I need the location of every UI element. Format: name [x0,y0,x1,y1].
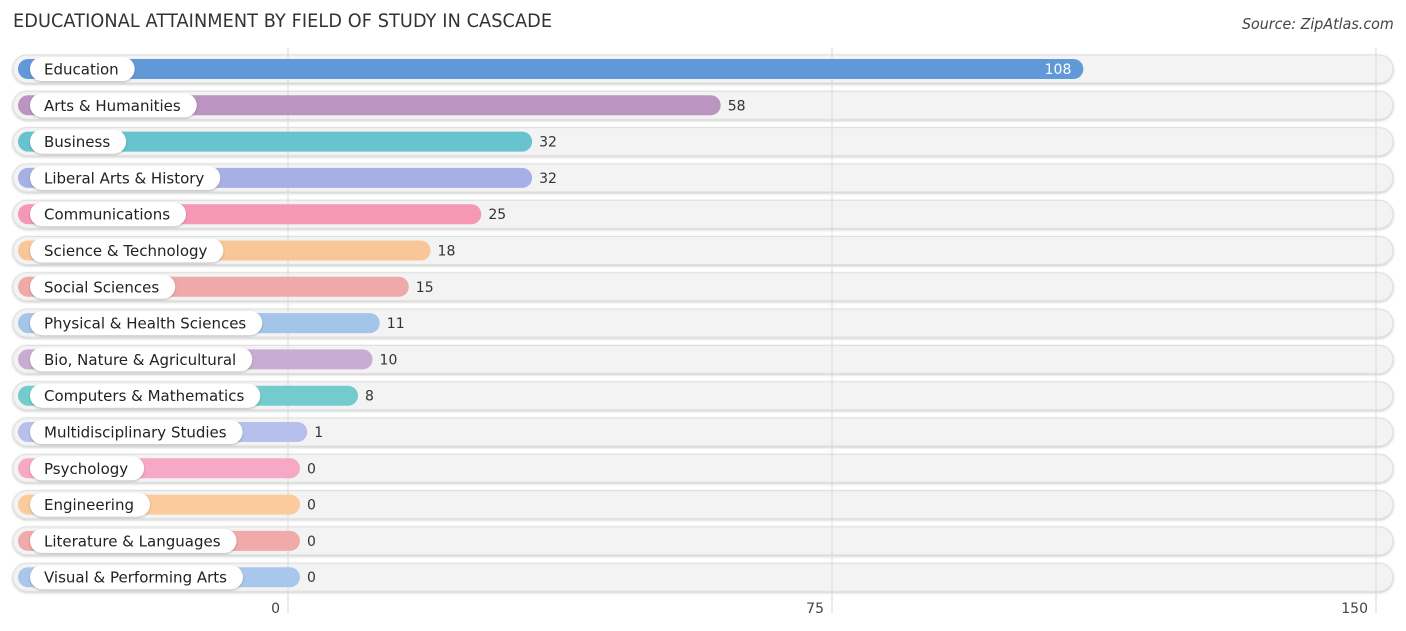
bar-group: Liberal Arts & History 32 [18,165,557,190]
bar-group: Arts & Humanities 58 [18,93,746,118]
category-label: Bio, Nature & Agricultural [44,351,236,369]
bar-group: Physical & Health Sciences 11 [18,311,405,336]
bar [18,59,1084,79]
bar-group: Psychology 0 [18,456,316,481]
bar-group: Social Sciences 15 [18,274,434,299]
bar-group: Bio, Nature & Agricultural 10 [18,347,398,372]
bar-group: Computers & Mathematics 8 [18,383,374,408]
value-label: 15 [416,280,434,296]
category-label: Psychology [44,460,128,478]
value-label: 0 [307,534,316,550]
value-label: 0 [307,498,316,514]
bar-group: Multidisciplinary Studies 1 [18,420,323,444]
category-label: Multidisciplinary Studies [44,424,227,442]
x-tick-label: 75 [806,601,824,617]
category-label: Science & Technology [44,242,208,260]
category-label: Physical & Health Sciences [44,315,246,333]
category-label: Social Sciences [44,278,159,296]
value-label: 25 [488,207,506,223]
value-label: 1 [314,425,323,441]
bar-group: Visual & Performing Arts 0 [18,565,316,590]
value-label: 32 [539,171,557,187]
bar-group: Business 32 [18,129,557,154]
value-label: 10 [380,352,398,368]
category-label: Business [44,133,110,151]
bar-group: Communications 25 [18,202,506,227]
value-label: 108 [1045,62,1072,78]
bar-chart: Education 108Arts & Humanities 58Business 3… [12,48,1394,617]
category-label: Communications [44,206,170,224]
category-label: Literature & Languages [44,532,221,550]
category-label: Arts & Humanities [44,97,181,115]
x-tick-label: 150 [1341,601,1368,617]
category-label: Liberal Arts & History [44,169,204,187]
value-label: 18 [438,244,456,260]
category-label: Computers & Mathematics [44,387,244,405]
bar-group: Literature & Languages 0 [18,528,316,553]
value-label: 0 [307,570,316,586]
bar-group: Science & Technology 18 [18,238,456,263]
category-label: Education [44,61,119,79]
value-label: 0 [307,461,316,477]
value-label: 8 [365,389,374,405]
bar-group: Education 108 [18,57,1084,81]
category-label: Engineering [44,496,134,514]
bar-group: Engineering 0 [18,492,316,517]
value-label: 58 [728,98,746,114]
x-tick-label: 0 [271,601,280,617]
value-label: 11 [387,316,405,332]
category-label: Visual & Performing Arts [44,569,227,587]
value-label: 32 [539,135,557,151]
